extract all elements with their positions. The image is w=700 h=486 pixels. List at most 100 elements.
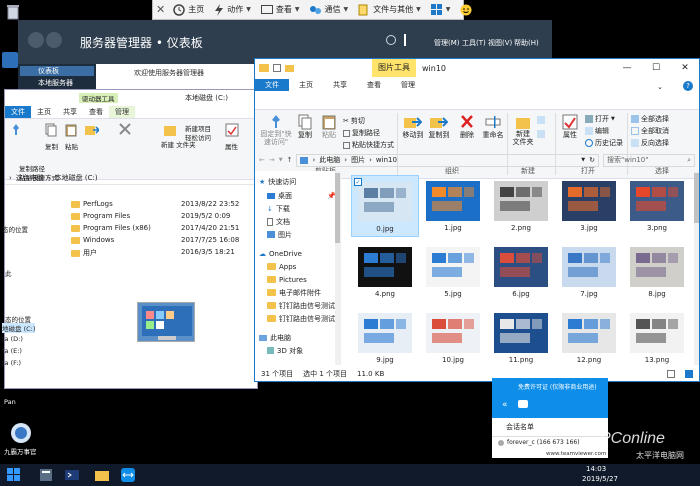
action-button[interactable]: 动作 ▼	[210, 2, 255, 18]
copy-to-button[interactable]: 复制到	[427, 114, 451, 140]
file-thumbnail[interactable]: 9.jpg	[351, 307, 419, 365]
delete-button[interactable]	[119, 123, 131, 135]
collapse-icon[interactable]: «	[502, 400, 508, 410]
flag-icon[interactable]	[404, 34, 412, 46]
clock-time[interactable]: 14:03	[586, 465, 606, 473]
file-thumbnail[interactable]: 1.jpg	[419, 175, 487, 237]
file-thumbnail[interactable]: 6.jpg	[487, 241, 555, 303]
address-bar[interactable]: › 这台电脑 › 本地磁盘 (C:)	[5, 171, 257, 185]
paste-button[interactable]: 粘贴	[319, 114, 339, 140]
file-thumbnail[interactable]: 8.jpg	[623, 241, 691, 303]
back-icon[interactable]: ←	[259, 156, 265, 164]
up-icon[interactable]: ↑	[287, 156, 293, 164]
desktop-app-icon-2[interactable]	[10, 422, 32, 444]
content-scrollbar[interactable]	[694, 171, 699, 365]
help-icon[interactable]: ?	[683, 81, 693, 91]
breadcrumb-this-pc[interactable]: 此电脑	[319, 155, 340, 165]
minimize-button[interactable]: —	[613, 59, 641, 77]
new-folder-button[interactable]: 新建 文件夹	[511, 114, 535, 146]
quick-newfolder-icon[interactable]	[285, 64, 294, 72]
invert-selection-button[interactable]: 反向选择	[631, 138, 669, 148]
home-button[interactable]: 主页	[169, 2, 208, 18]
edit-button[interactable]: 编辑	[585, 126, 609, 136]
file-row[interactable]: 用户 2016/3/5 18:21	[71, 248, 235, 258]
history-button[interactable]: 历史记录	[585, 138, 623, 148]
file-thumbnail[interactable]: 0.jpg ✓	[351, 175, 419, 237]
chevron-down-icon[interactable]: ⌄	[657, 83, 663, 91]
nav-item-3d-objects[interactable]: 3D 对象	[267, 344, 303, 357]
large-icons-view-icon[interactable]	[685, 370, 693, 378]
delete-button[interactable]: 删除	[457, 114, 477, 140]
open-button[interactable]: 打开 ▼	[585, 114, 615, 124]
sidebar-item-dashboard[interactable]: 仪表板	[20, 66, 94, 76]
feedback-button[interactable]	[456, 2, 476, 18]
taskbar-teamviewer[interactable]	[120, 467, 136, 483]
tab-share[interactable]: 共享	[323, 79, 357, 91]
desktop-app-icon[interactable]	[2, 52, 18, 68]
file-transfer-button[interactable]: 文件与其他 ▼	[354, 2, 425, 18]
tab-home[interactable]: 主页	[289, 79, 323, 91]
copy-button[interactable]: 复制	[295, 114, 315, 140]
cut-button[interactable]: ✂ 剪切	[343, 116, 365, 126]
nav-item-this-pc[interactable]: 此电脑	[259, 331, 291, 344]
view-button[interactable]: 查看 ▼	[257, 2, 304, 18]
properties-button[interactable]: 属性	[559, 114, 581, 140]
file-thumbnail[interactable]: 13.png	[623, 307, 691, 365]
breadcrumb-this-pc[interactable]: 这台电脑	[16, 173, 44, 183]
breadcrumb-win10[interactable]: win10	[376, 156, 397, 164]
nav-item-desktop[interactable]: 桌面 📌	[267, 189, 336, 202]
maximize-button[interactable]: ☐	[642, 59, 670, 77]
forward-icon[interactable]: →	[269, 156, 275, 164]
nav-item-pictures[interactable]: 图片	[267, 228, 292, 241]
address-bar[interactable]: › 此电脑 › 图片 › win10 ▼ ↻	[296, 153, 599, 167]
tab-file[interactable]: 文件	[5, 106, 31, 118]
windows-button[interactable]: ▼	[427, 2, 455, 18]
recent-icon[interactable]: ▼	[279, 157, 283, 163]
chat-icon[interactable]	[518, 400, 528, 408]
nav-item-dingtalk-1[interactable]: 钉钉路由信号测试	[267, 299, 335, 312]
file-thumbnail[interactable]: 12.png	[555, 307, 623, 365]
properties-button[interactable]	[225, 123, 239, 137]
tab-share[interactable]: 共享	[57, 106, 83, 118]
file-thumbnail[interactable]: 3.png	[623, 175, 691, 237]
file-thumbnail[interactable]: 5.jpg	[419, 241, 487, 303]
taskbar-explorer[interactable]	[94, 467, 110, 483]
menu-manage[interactable]: 管理(M)	[434, 38, 460, 48]
close-button[interactable]: ✕	[671, 59, 699, 77]
taskbar-server-manager[interactable]	[38, 467, 54, 483]
forward-button[interactable]	[46, 32, 62, 48]
paste-shortcut-button[interactable]: 粘贴快捷方式	[343, 140, 394, 150]
start-button[interactable]	[6, 467, 22, 483]
close-icon[interactable]: ✕	[156, 3, 165, 16]
pin-quick-access-button[interactable]: 固定到"快 速访问"	[259, 114, 293, 146]
refresh-icon[interactable]: ↻	[589, 156, 595, 164]
file-row[interactable]: Windows 2017/7/25 16:08	[71, 236, 239, 244]
nav-item-pictures-onedrive[interactable]: Pictures	[267, 273, 307, 286]
select-none-button[interactable]: 全部取消	[631, 126, 669, 136]
tab-view[interactable]: 查看	[357, 79, 391, 91]
menu-help[interactable]: 帮助(H)	[514, 38, 539, 48]
file-row[interactable]: PerfLogs 2013/8/22 23:52	[71, 200, 239, 208]
rename-button[interactable]: 重命名	[481, 114, 505, 140]
nav-item-documents[interactable]: 文档	[267, 215, 290, 228]
nav-item-downloads[interactable]: ↓ 下载	[267, 202, 290, 215]
easy-access-icon-button[interactable]	[537, 130, 545, 138]
sidebar-item-local-server[interactable]: 本地服务器	[20, 78, 94, 88]
nav-item-email-attachments[interactable]: 电子邮件附件	[267, 286, 321, 299]
file-thumbnail[interactable]: 7.jpg	[555, 241, 623, 303]
nav-item-quick-access[interactable]: ★ 快速访问	[259, 175, 296, 188]
file-row[interactable]: Program Files 2019/5/2 0:09	[71, 212, 230, 220]
file-thumbnail[interactable]: 10.jpg	[419, 307, 487, 365]
tab-home[interactable]: 主页	[31, 106, 57, 118]
clock-date[interactable]: 2019/5/27	[582, 475, 618, 483]
nav-scrollbar[interactable]	[335, 171, 340, 365]
easy-access-button[interactable]: 轻松访问	[185, 132, 211, 142]
tab-view[interactable]: 查看	[83, 106, 109, 118]
file-thumbnail[interactable]: 4.png	[351, 241, 419, 303]
tab-manage[interactable]: 管理	[109, 106, 135, 118]
new-item-icon-button[interactable]	[537, 116, 545, 124]
dropdown-icon[interactable]: ▼	[581, 157, 585, 163]
menu-view[interactable]: 视图(V)	[488, 38, 512, 48]
file-thumbnail[interactable]: 11.png	[487, 307, 555, 365]
tab-manage[interactable]: 管理	[391, 79, 425, 91]
